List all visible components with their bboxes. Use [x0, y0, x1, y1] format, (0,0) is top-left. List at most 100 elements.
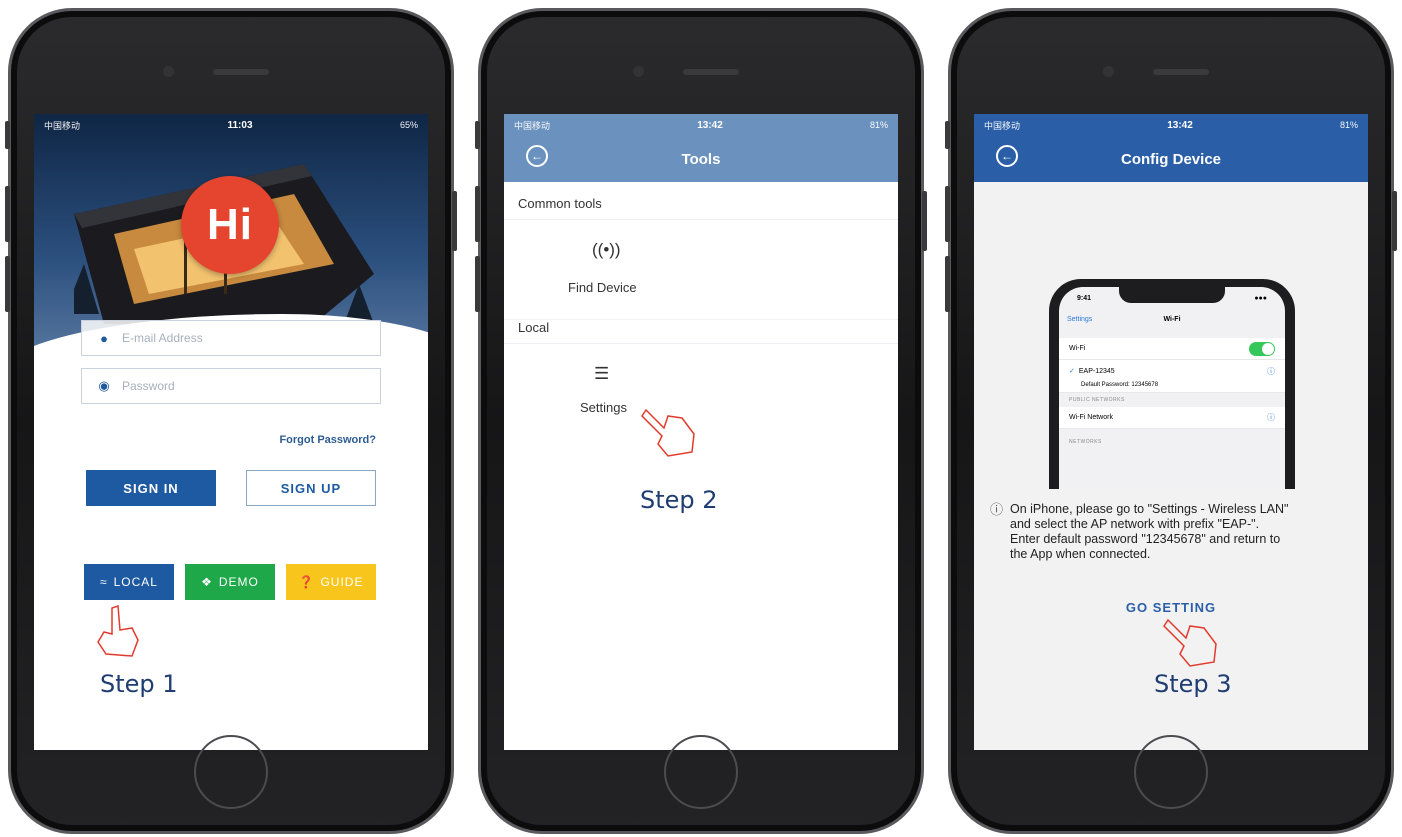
back-arrow-icon[interactable]: ←	[526, 145, 548, 167]
iphone-wifi-illustration: 9:41 ●●● Settings Wi-Fi Wi-Fi ✓ EAP-1234…	[1049, 279, 1295, 489]
find-device-tool[interactable]: ((•)) Find Device	[504, 220, 898, 320]
phone-step-2: 中国移动 13:42 81% ← Tools Common tools ((•)…	[475, 8, 927, 834]
volume-down-button	[945, 256, 950, 312]
mini-title: Wi-Fi	[1163, 316, 1181, 323]
power-button	[452, 191, 457, 251]
volume-down-button	[5, 256, 10, 312]
pointing-hand-icon	[97, 604, 139, 657]
mini-wifi-label: Wi-Fi	[1069, 345, 1086, 352]
earpiece-speaker	[213, 69, 269, 75]
page-title: Config Device	[1120, 150, 1222, 168]
mini-wifi-row: Wi-Fi	[1059, 338, 1285, 360]
power-button	[1392, 191, 1397, 251]
pointing-hand-icon	[641, 408, 695, 457]
settings-label: Settings	[580, 400, 627, 415]
config-header: 中国移动 13:42 81% ← Config Device	[974, 114, 1368, 182]
hi-logo: Hi	[181, 176, 279, 274]
mini-default-password: Default Password: 12345678	[1059, 382, 1285, 393]
mute-switch	[475, 121, 480, 149]
lifebuoy-icon: ❖	[201, 575, 213, 589]
front-camera	[1103, 66, 1114, 77]
nav-bar: ← Config Device	[974, 136, 1368, 182]
status-bar: 中国移动 11:03 65%	[34, 114, 428, 136]
mute-switch	[5, 121, 10, 149]
mini-signal-icon: ●●●	[1254, 295, 1267, 302]
section-common-tools: Common tools	[504, 182, 898, 220]
mini-ssid: EAP-12345	[1078, 368, 1115, 375]
question-circle-icon: ❓	[298, 575, 315, 589]
mini-network-name: Wi-Fi Network	[1069, 414, 1113, 421]
clock-text: 13:42	[697, 119, 723, 131]
go-setting-button[interactable]: GO SETTING	[974, 600, 1368, 615]
front-camera	[633, 66, 644, 77]
checkmark-icon: ✓	[1069, 368, 1075, 375]
mini-ssid-row: ✓ EAP-12345 ⓘ	[1059, 360, 1285, 382]
clock-text: 11:03	[227, 119, 253, 131]
back-arrow-icon[interactable]: ←	[996, 145, 1018, 167]
guide-button[interactable]: ❓ GUIDE	[286, 564, 376, 600]
demo-label: DEMO	[218, 575, 259, 589]
home-button[interactable]	[664, 735, 738, 809]
eye-icon: ◉	[98, 378, 110, 393]
carrier-text: 中国移动	[984, 120, 1021, 131]
demo-button[interactable]: ❖ DEMO	[185, 564, 275, 600]
volume-up-button	[475, 186, 480, 242]
mini-networks-header: NETWORKS	[1069, 439, 1102, 445]
home-button[interactable]	[194, 735, 268, 809]
user-icon: ●	[100, 330, 108, 346]
pointing-hand-icon	[1163, 618, 1217, 667]
battery-text: 65%	[399, 120, 418, 130]
tutorial-stage: 中国移动 11:03 65% Hi ● E-mail Address ◉ Pas…	[0, 0, 1402, 837]
status-bar: 中国移动 13:42 81%	[504, 114, 898, 136]
tools-screen: 中国移动 13:42 81% ← Tools Common tools ((•)…	[504, 114, 898, 750]
volume-down-button	[475, 256, 480, 312]
help-line-2: and select the AP network with prefix "E…	[1010, 517, 1260, 531]
status-bar: 中国移动 13:42 81%	[974, 114, 1368, 136]
step-1-label: Step 1	[100, 670, 178, 698]
email-field[interactable]: ● E-mail Address	[81, 320, 381, 356]
home-button[interactable]	[1134, 735, 1208, 809]
rss-icon: ≈	[100, 575, 108, 589]
mute-switch	[945, 121, 950, 149]
password-placeholder: Password	[122, 379, 175, 393]
help-line-4: the App when connected.	[1010, 547, 1151, 561]
sign-in-button[interactable]: SIGN IN	[86, 470, 216, 506]
phone-step-3: 中国移动 13:42 81% ← Config Device 9:41 ●●●	[945, 8, 1397, 834]
nav-bar: ← Tools	[504, 136, 898, 182]
local-label: LOCAL	[113, 575, 158, 589]
page-title: Tools	[681, 150, 721, 168]
tools-header: 中国移动 13:42 81% ← Tools	[504, 114, 898, 182]
carrier-text: 中国移动	[44, 120, 81, 131]
earpiece-speaker	[683, 69, 739, 75]
local-button[interactable]: ≈ LOCAL	[84, 564, 174, 600]
volume-up-button	[5, 186, 10, 242]
mini-wifi-toggle	[1249, 341, 1275, 356]
email-placeholder: E-mail Address	[122, 331, 203, 345]
guide-label: GUIDE	[320, 575, 364, 589]
carrier-text: 中国移动	[514, 120, 551, 131]
login-screen: 中国移动 11:03 65% Hi ● E-mail Address ◉ Pas…	[34, 114, 428, 750]
phone-step-1: 中国移动 11:03 65% Hi ● E-mail Address ◉ Pas…	[5, 8, 457, 834]
mini-public-networks: PUBLIC NETWORKS	[1069, 397, 1125, 403]
config-body: 9:41 ●●● Settings Wi-Fi Wi-Fi ✓ EAP-1234…	[974, 182, 1368, 750]
help-text: ⓘ On iPhone, please go to "Settings - Wi…	[990, 502, 1360, 562]
mini-notch	[1119, 287, 1225, 303]
section-local: Local	[504, 320, 898, 344]
sliders-icon: ☰	[594, 364, 610, 383]
forgot-password-link[interactable]: Forgot Password?	[279, 434, 376, 446]
find-device-label: Find Device	[568, 280, 637, 295]
broadcast-icon: ((•))	[592, 240, 621, 259]
mini-time: 9:41	[1077, 295, 1092, 302]
mini-screen: 9:41 ●●● Settings Wi-Fi Wi-Fi ✓ EAP-1234…	[1059, 287, 1285, 489]
mini-nav: Settings Wi-Fi	[1059, 310, 1285, 332]
password-field[interactable]: ◉ Password	[81, 368, 381, 404]
sign-up-button[interactable]: SIGN UP	[246, 470, 376, 506]
question-circle-icon: ⓘ	[990, 502, 1004, 517]
step-3-label: Step 3	[1154, 670, 1232, 698]
front-camera	[163, 66, 174, 77]
earpiece-speaker	[1153, 69, 1209, 75]
battery-text: 81%	[869, 120, 888, 130]
info-icon: ⓘ	[1267, 413, 1275, 422]
info-icon: ⓘ	[1267, 366, 1275, 376]
power-button	[922, 191, 927, 251]
